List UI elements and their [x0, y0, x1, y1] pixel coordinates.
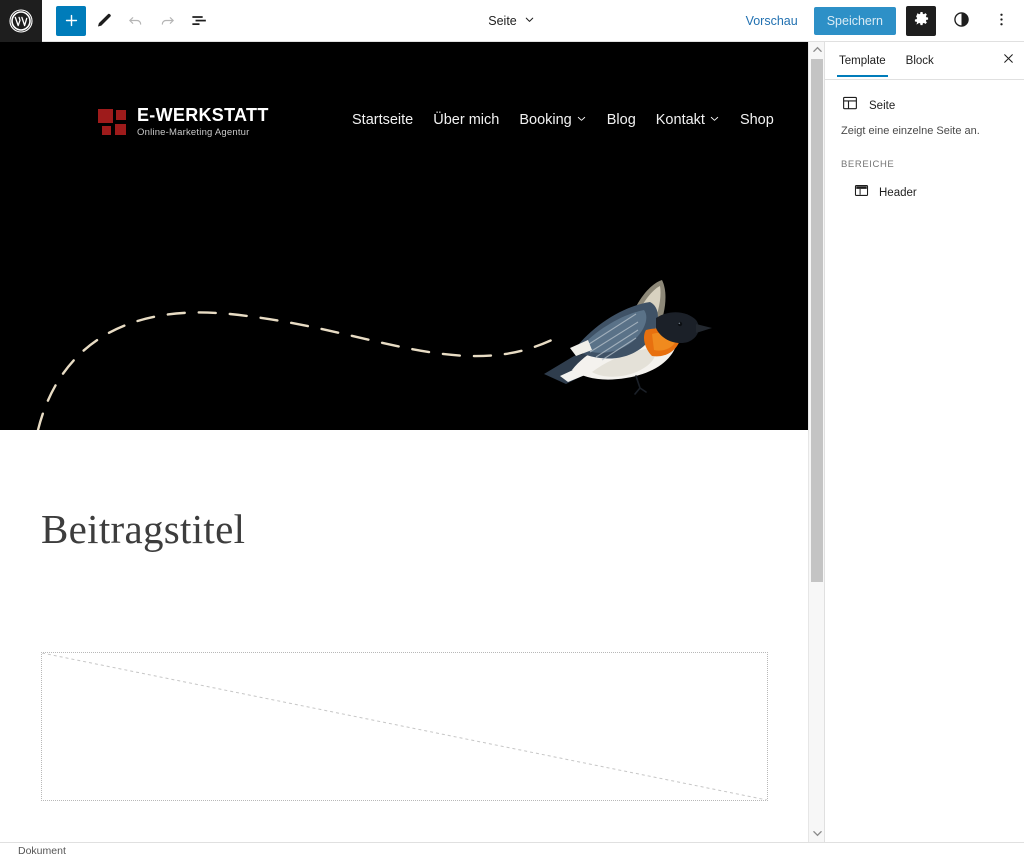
- undo-arrow-icon: [126, 11, 145, 30]
- undo-button[interactable]: [120, 6, 150, 36]
- contrast-mode-button[interactable]: [946, 6, 976, 36]
- tab-label: Block: [905, 55, 934, 67]
- tab-template[interactable]: Template: [829, 45, 896, 77]
- header-layout-icon: [853, 182, 870, 204]
- redo-button[interactable]: [152, 6, 182, 36]
- post-title[interactable]: Beitragstitel: [41, 505, 808, 553]
- document-switcher[interactable]: Seite: [480, 9, 544, 33]
- wordpress-logo-icon: [9, 8, 33, 33]
- more-options-button[interactable]: [986, 6, 1016, 36]
- scroll-down-arrow-icon: [812, 825, 822, 843]
- toolbar-right-group: Vorschau Speichern: [740, 0, 1016, 42]
- scrollbar-thumb[interactable]: [811, 59, 823, 582]
- post-content-area: Beitragstitel: [0, 430, 808, 801]
- pencil-icon: [94, 11, 113, 30]
- half-circle-contrast-icon: [952, 10, 971, 32]
- editor-root: Seite Vorschau Speichern E-WERKSTATT Onl…: [0, 0, 1024, 858]
- document-switcher-label: Seite: [488, 14, 517, 28]
- scroll-up-button[interactable]: [809, 42, 825, 58]
- broken-image-placeholder[interactable]: [41, 652, 768, 801]
- details-list-icon: [190, 11, 209, 30]
- gear-icon: [912, 10, 931, 32]
- template-name: Seite: [869, 99, 896, 112]
- area-label: Header: [879, 187, 917, 200]
- toolbar-left-group: [42, 5, 214, 36]
- document-overview-button[interactable]: [184, 6, 214, 36]
- sidebar-tabs: Template Block: [825, 42, 1024, 80]
- placeholder-diagonal-line: [42, 653, 767, 800]
- template-summary: Seite: [841, 94, 1010, 117]
- close-icon: [1002, 52, 1015, 70]
- settings-sidebar: Template Block Seite Zeigt eine einzelne…: [824, 42, 1024, 842]
- wordpress-logo-button[interactable]: [0, 0, 42, 42]
- flight-trail-dashed-line: [36, 311, 558, 430]
- plus-icon: [63, 12, 80, 29]
- settings-button[interactable]: [906, 6, 936, 36]
- canvas-scrollbar[interactable]: [808, 42, 824, 842]
- sidebar-area-header[interactable]: Header: [841, 182, 1010, 204]
- tab-label: Template: [839, 55, 886, 67]
- preview-button[interactable]: Vorschau: [740, 10, 804, 32]
- chevron-down-icon: [523, 13, 536, 29]
- template-layout-icon: [841, 94, 859, 117]
- site-header-block[interactable]: E-WERKSTATT Online-Marketing Agentur Sta…: [0, 42, 808, 430]
- add-block-button[interactable]: [56, 5, 86, 36]
- save-button[interactable]: Speichern: [813, 7, 896, 35]
- template-description: Zeigt eine einzelne Seite an.: [841, 125, 980, 137]
- kebab-menu-icon: [992, 10, 1011, 32]
- areas-heading: BEREICHE: [841, 159, 895, 171]
- close-sidebar-button[interactable]: [998, 51, 1018, 71]
- document-status-label: Dokument: [18, 844, 66, 857]
- scroll-up-arrow-icon: [812, 41, 822, 59]
- redo-arrow-icon: [158, 11, 177, 30]
- scroll-down-button[interactable]: [809, 826, 825, 842]
- edit-tool-button[interactable]: [88, 6, 118, 36]
- hero-artwork: [36, 280, 712, 430]
- editor-canvas[interactable]: E-WERKSTATT Online-Marketing Agentur Sta…: [0, 42, 810, 842]
- status-bar: Dokument: [0, 842, 1024, 858]
- flying-bird-image: [544, 280, 712, 395]
- tab-block[interactable]: Block: [896, 45, 944, 76]
- sidebar-body: Seite Zeigt eine einzelne Seite an. BERE…: [825, 80, 1024, 204]
- editor-toolbar: Seite Vorschau Speichern: [0, 0, 1024, 42]
